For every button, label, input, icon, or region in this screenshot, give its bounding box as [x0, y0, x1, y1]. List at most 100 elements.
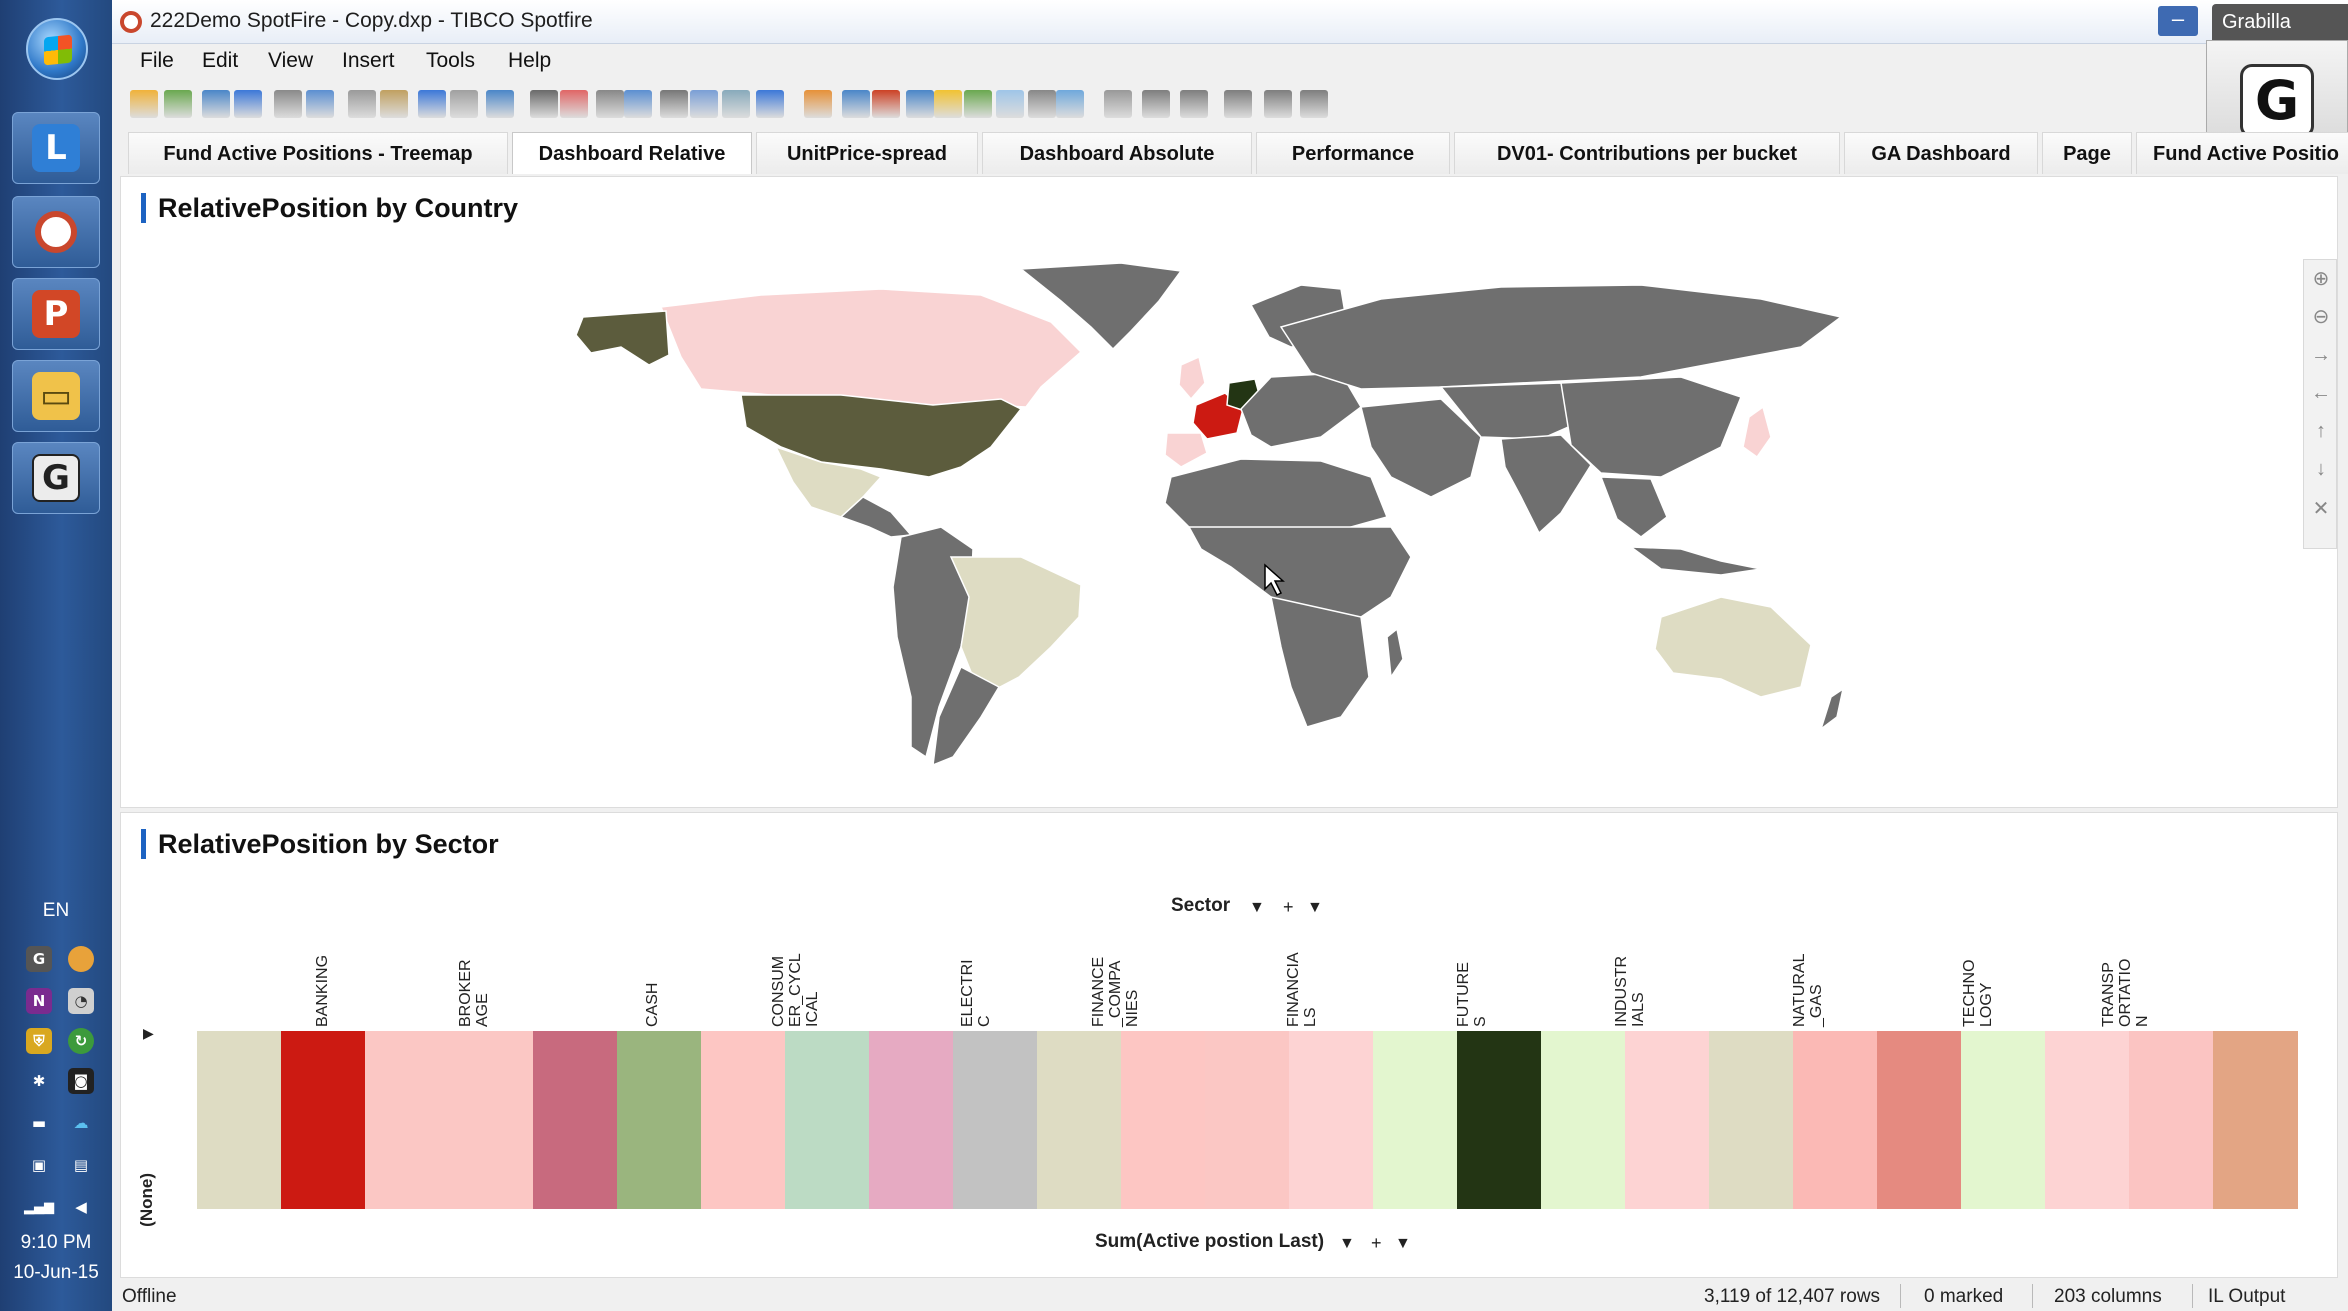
fit-icon[interactable]: ✕ [2308, 496, 2334, 522]
sector-heatmap[interactable]: RelativePosition by Sector Sector ▼ + ▼ … [120, 812, 2338, 1278]
value-axis-selector[interactable]: Sum(Active postion Last) [1095, 1231, 1324, 1253]
toolbar-tool-icon[interactable] [1180, 90, 1208, 118]
region-new-zealand[interactable] [1819, 687, 1845, 731]
region-russia[interactable] [1279, 284, 1843, 390]
status-columns[interactable]: 203 columns [2054, 1286, 2162, 1308]
page-tab[interactable]: DV01- Contributions per bucket [1454, 132, 1840, 174]
heatmap-cell[interactable] [1373, 1031, 1458, 1209]
heatmap-cell[interactable] [1625, 1031, 1710, 1209]
value-axis-dropdown-icon[interactable]: ▼ [1339, 1235, 1355, 1253]
pan-left-icon[interactable]: ← [2308, 380, 2334, 406]
tray-bluetooth-icon[interactable]: ✱ [26, 1068, 52, 1094]
toolbar-tool-icon[interactable] [202, 90, 230, 118]
tray-onenote-icon[interactable]: N [26, 988, 52, 1014]
clock-time[interactable]: 9:10 PM [0, 1232, 112, 1254]
region-iberia[interactable] [1164, 432, 1208, 468]
minimize-button[interactable]: – [2158, 6, 2198, 36]
tray-refresh-icon[interactable]: ↻ [68, 1028, 94, 1054]
grabilla-tab[interactable]: Grabilla [2212, 4, 2348, 40]
toolbar-tool-icon[interactable] [1104, 90, 1132, 118]
heatmap-cell[interactable] [1793, 1031, 1878, 1209]
toolbar-tool-icon[interactable] [756, 90, 784, 118]
heatmap-cell[interactable] [1709, 1031, 1794, 1209]
language-indicator[interactable]: EN [0, 900, 112, 922]
heatmap-cell[interactable] [197, 1031, 282, 1209]
heatmap-cell[interactable] [449, 1031, 534, 1209]
toolbar-tool-icon[interactable] [690, 90, 718, 118]
row-expand-icon[interactable]: ▶ [143, 1025, 154, 1042]
heatmap-cell[interactable] [1961, 1031, 2046, 1209]
tray-security-icon[interactable]: ⛨ [26, 1028, 52, 1054]
pan-down-icon[interactable]: ↓ [2308, 456, 2334, 482]
heatmap-cell[interactable] [533, 1031, 618, 1209]
menu-item[interactable]: Tools [426, 49, 475, 73]
status-marked[interactable]: 0 marked [1924, 1286, 2003, 1308]
zoom-out-icon[interactable]: ⊖ [2308, 304, 2334, 330]
tray-device-icon[interactable]: ▬ [26, 1110, 52, 1136]
toolbar-tool-icon[interactable] [964, 90, 992, 118]
heatmap-cell[interactable] [701, 1031, 786, 1209]
toolbar-tool-icon[interactable] [842, 90, 870, 118]
toolbar-tool-icon[interactable] [1056, 90, 1084, 118]
heatmap-cell[interactable] [2129, 1031, 2214, 1209]
column-selector-dropdown-icon[interactable]: ▼ [1249, 899, 1265, 917]
toolbar-tool-icon[interactable] [906, 90, 934, 118]
tray-clipboard-icon[interactable]: ▤ [68, 1152, 94, 1178]
heatmap-cells[interactable] [197, 1031, 2298, 1209]
heatmap-cell[interactable] [365, 1031, 450, 1209]
taskbar-app-spotfire[interactable] [12, 196, 100, 268]
toolbar-tool-icon[interactable] [1264, 90, 1292, 118]
toolbar-tool-icon[interactable] [934, 90, 962, 118]
region-usa[interactable] [740, 394, 1023, 478]
pan-up-icon[interactable]: ↑ [2308, 418, 2334, 444]
menu-item[interactable]: File [140, 49, 174, 73]
toolbar-tool-icon[interactable] [872, 90, 900, 118]
toolbar-tool-icon[interactable] [624, 90, 652, 118]
heatmap-cell[interactable] [1289, 1031, 1374, 1209]
taskbar-app-powerpoint[interactable]: P [12, 278, 100, 350]
region-north-africa[interactable] [1164, 458, 1389, 538]
toolbar-tool-icon[interactable] [450, 90, 478, 118]
heatmap-cell[interactable] [1205, 1031, 1290, 1209]
menu-item[interactable]: Edit [202, 49, 238, 73]
toolbar-tool-icon[interactable] [164, 90, 192, 118]
heatmap-cell[interactable] [785, 1031, 870, 1209]
tray-volume-icon[interactable]: ◀ [68, 1194, 94, 1220]
world-map[interactable] [121, 177, 2339, 809]
start-button[interactable] [26, 18, 88, 80]
region-southeast-asia[interactable] [1599, 476, 1668, 538]
toolbar-tool-icon[interactable] [996, 90, 1024, 118]
region-eastern-europe[interactable] [1240, 372, 1362, 448]
taskbar-app-grabilla[interactable]: G [12, 442, 100, 514]
toolbar-tool-icon[interactable] [348, 90, 376, 118]
page-tab[interactable]: GA Dashboard [1844, 132, 2038, 174]
toolbar-tool-icon[interactable] [1028, 90, 1056, 118]
toolbar-tool-icon[interactable] [274, 90, 302, 118]
toolbar-tool-icon[interactable] [486, 90, 514, 118]
heatmap-cell[interactable] [2213, 1031, 2298, 1209]
page-tab[interactable]: Performance [1256, 132, 1450, 174]
column-selector[interactable]: Sector [1171, 895, 1230, 917]
clock-date[interactable]: 10-Jun-15 [0, 1262, 112, 1284]
tray-network-icon[interactable]: ▣ [26, 1152, 52, 1178]
heatmap-cell[interactable] [1121, 1031, 1206, 1209]
page-tab[interactable]: Fund Active Positio [2136, 132, 2348, 174]
menu-item[interactable]: Help [508, 49, 551, 73]
region-alaska[interactable] [575, 310, 670, 366]
heatmap-cell[interactable] [869, 1031, 954, 1209]
heatmap-cell[interactable] [1877, 1031, 1962, 1209]
tray-signal-icon[interactable]: ▂▄▆ [24, 1194, 54, 1220]
region-uk[interactable] [1178, 355, 1206, 401]
taskbar-app-remote[interactable]: L [12, 112, 100, 184]
page-tab[interactable]: Dashboard Relative [512, 132, 752, 174]
toolbar-tool-icon[interactable] [1224, 90, 1252, 118]
region-australia[interactable] [1654, 596, 1812, 698]
region-indonesia[interactable] [1628, 546, 1762, 576]
page-tab[interactable]: Dashboard Absolute [982, 132, 1252, 174]
menu-item[interactable]: Insert [342, 49, 395, 73]
page-tab[interactable]: Fund Active Positions - Treemap [128, 132, 508, 174]
toolbar-tool-icon[interactable] [660, 90, 688, 118]
heatmap-cell[interactable] [1037, 1031, 1122, 1209]
toolbar-tool-icon[interactable] [418, 90, 446, 118]
pan-right-icon[interactable]: → [2308, 342, 2334, 368]
